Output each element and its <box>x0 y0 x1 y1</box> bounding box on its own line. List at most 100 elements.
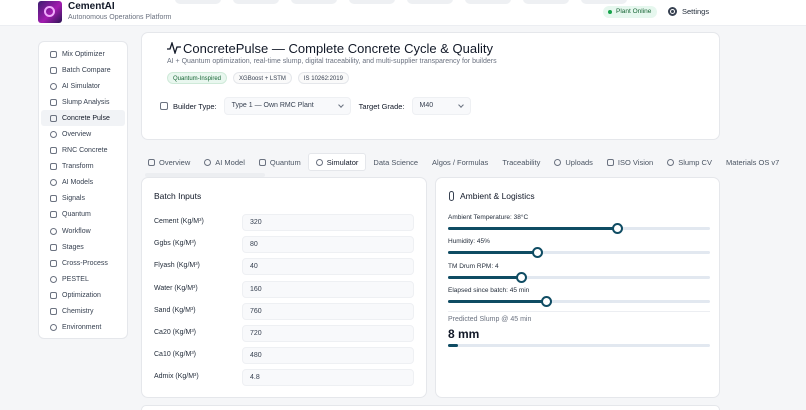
tab-label: Uploads <box>565 157 593 167</box>
target-grade-value: M40 <box>419 102 434 109</box>
divider <box>448 311 710 312</box>
cross-process-icon <box>50 259 57 267</box>
slider-track[interactable] <box>448 247 710 259</box>
builder-type-select[interactable]: Type 1 — Own RMC Plant <box>223 97 351 115</box>
sidebar-item-ai-simulator[interactable]: AI Simulator <box>41 78 125 94</box>
tab-label: AI Model <box>215 157 245 167</box>
sidebar-item-concrete-pulse[interactable]: Concrete Pulse <box>41 110 125 127</box>
tab-icon <box>554 158 562 166</box>
sidebar-item-slump-analysis[interactable]: Slump Analysis <box>41 94 125 110</box>
slider-thumb[interactable] <box>531 247 543 259</box>
sidebar-item-label: Signals <box>62 195 85 203</box>
lower-card <box>141 405 720 410</box>
tab-uploads[interactable]: Uploads <box>547 153 600 171</box>
batch-input-field[interactable]: 40 <box>242 258 414 276</box>
slider-thumb[interactable] <box>612 223 624 234</box>
compare-icon <box>50 66 57 74</box>
batch-inputs-title: Batch Inputs <box>154 191 202 201</box>
tab-icon <box>606 158 614 166</box>
slider-fill <box>448 299 547 303</box>
batch-input-row: Ca10 (Kg/M³) 480 <box>154 347 416 365</box>
slider-thumb[interactable] <box>541 295 553 307</box>
tab-icon <box>315 158 323 166</box>
batch-input-field[interactable]: 160 <box>242 280 414 298</box>
ambient-slider: Humidity: 45% <box>448 238 710 259</box>
tab-iso-vision[interactable]: ISO Vision <box>600 153 660 171</box>
target-grade-select[interactable]: M40 <box>411 97 471 115</box>
sidebar-item-overview[interactable]: Overview <box>41 126 125 142</box>
sidebar-item-batch-compare[interactable]: Batch Compare <box>41 62 125 78</box>
sidebar-item-stages[interactable]: Stages <box>41 239 125 255</box>
sidebar-item-label: Batch Compare <box>62 66 111 74</box>
sidebar-item-transform[interactable]: Transform <box>41 159 125 175</box>
tab-slump-cv[interactable]: Slump CV <box>660 153 719 171</box>
batch-input-field[interactable]: 720 <box>242 325 414 342</box>
leaf-icon <box>50 324 57 332</box>
batch-input-label: Ggbs (Kg/M³) <box>154 240 197 248</box>
concrete-pulse-header-card: ConcretePulse — Complete Concrete Cycle … <box>141 32 720 140</box>
sidebar-item-ai-models[interactable]: AI Models <box>41 175 125 191</box>
tab-data-science[interactable]: Data Science <box>366 153 425 171</box>
tab-ai-model[interactable]: AI Model <box>197 153 252 171</box>
sidebar-item-label: Slump Analysis <box>62 98 110 106</box>
sidebar-nav: Mix Optimizer Batch Compare AI Simulator Sl… <box>38 41 128 339</box>
batch-input-label: Water (Kg/M³) <box>154 284 198 292</box>
tab-quantum[interactable]: Quantum <box>252 153 308 171</box>
tab-algos-formulas[interactable]: Algos / Formulas <box>425 153 495 171</box>
batch-input-field[interactable]: 80 <box>242 236 414 254</box>
batch-input-row: Ca20 (Kg/M³) 720 <box>154 325 416 343</box>
sidebar-item-label: Concrete Pulse <box>62 114 110 122</box>
builder-icon <box>160 102 168 110</box>
tab-simulator[interactable]: Simulator <box>307 153 367 171</box>
brand-logo[interactable] <box>38 1 62 23</box>
slider-fill <box>448 251 537 255</box>
slider-label: TM Drum RPM: 4 <box>448 262 499 270</box>
batch-input-field[interactable]: 320 <box>242 214 414 231</box>
sidebar-item-workflow[interactable]: Workflow <box>41 223 125 239</box>
sidebar-item-label: RNC Concrete <box>62 147 108 155</box>
page-title: ConcretePulse — Complete Concrete Cycle … <box>183 41 493 56</box>
slider-track[interactable] <box>448 295 710 307</box>
sidebar-item-environment[interactable]: Environment <box>41 320 125 336</box>
settings-label: Settings <box>682 7 710 16</box>
tab-materials-os-v7[interactable]: Materials OS v7 <box>719 153 786 171</box>
batch-input-field[interactable]: 760 <box>242 302 414 320</box>
tab-icon <box>204 158 212 166</box>
slider-label: Ambient Temperature: 38°C <box>448 214 529 221</box>
slider-track[interactable] <box>448 271 710 283</box>
tab-label: Materials OS v7 <box>725 157 780 167</box>
sidebar-item-rnc-concrete[interactable]: RNC Concrete <box>41 143 125 159</box>
slider-track[interactable] <box>448 223 710 234</box>
batch-input-field[interactable]: 4.8 <box>242 369 414 387</box>
batch-input-row: Sand (Kg/M³) 760 <box>154 302 416 321</box>
sidebar-item-signals[interactable]: Signals <box>41 191 125 207</box>
plant-status-badge: Plant Online <box>603 6 658 18</box>
sidebar-item-pestel[interactable]: PESTEL <box>41 271 125 287</box>
tab-label: Simulator <box>326 157 359 167</box>
slider-thumb[interactable] <box>515 271 527 283</box>
signal-icon <box>50 195 57 203</box>
sidebar-item-optimization[interactable]: Optimization <box>41 287 125 303</box>
target-grade-label: Target Grade: <box>358 101 405 111</box>
sidebar-item-chemistry[interactable]: Chemistry <box>41 304 125 320</box>
sidebar-item-label: Chemistry <box>62 308 94 316</box>
sidebar-item-quantum[interactable]: Quantum <box>41 207 125 223</box>
batch-input-field[interactable]: 480 <box>242 347 414 365</box>
sidebar-item-label: Mix Optimizer <box>62 50 105 58</box>
tab-icon <box>258 158 266 166</box>
section-tabs: Overview AI Model Quantum Simulator Data Sci… <box>141 152 779 172</box>
sidebar-item-label: AI Simulator <box>62 82 101 90</box>
sidebar-item-mix-optimizer[interactable]: Mix Optimizer <box>41 46 125 62</box>
workflow-icon <box>50 227 57 235</box>
settings-button[interactable]: Settings <box>668 4 709 19</box>
chip-icon <box>50 179 57 187</box>
batch-input-label: Ca10 (Kg/M³) <box>154 351 197 359</box>
tab-overview[interactable]: Overview <box>141 153 197 171</box>
batch-input-label: Flyash (Kg/M³) <box>154 262 200 270</box>
tab-traceability[interactable]: Traceability <box>495 153 547 171</box>
predicted-slump-bar <box>448 344 710 347</box>
sidebar-item-cross-process[interactable]: Cross-Process <box>41 255 125 271</box>
sidebar-item-label: Transform <box>62 163 94 171</box>
ambient-slider: TM Drum RPM: 4 <box>448 263 710 283</box>
predicted-slump-label: Predicted Slump @ 45 min <box>448 316 532 323</box>
